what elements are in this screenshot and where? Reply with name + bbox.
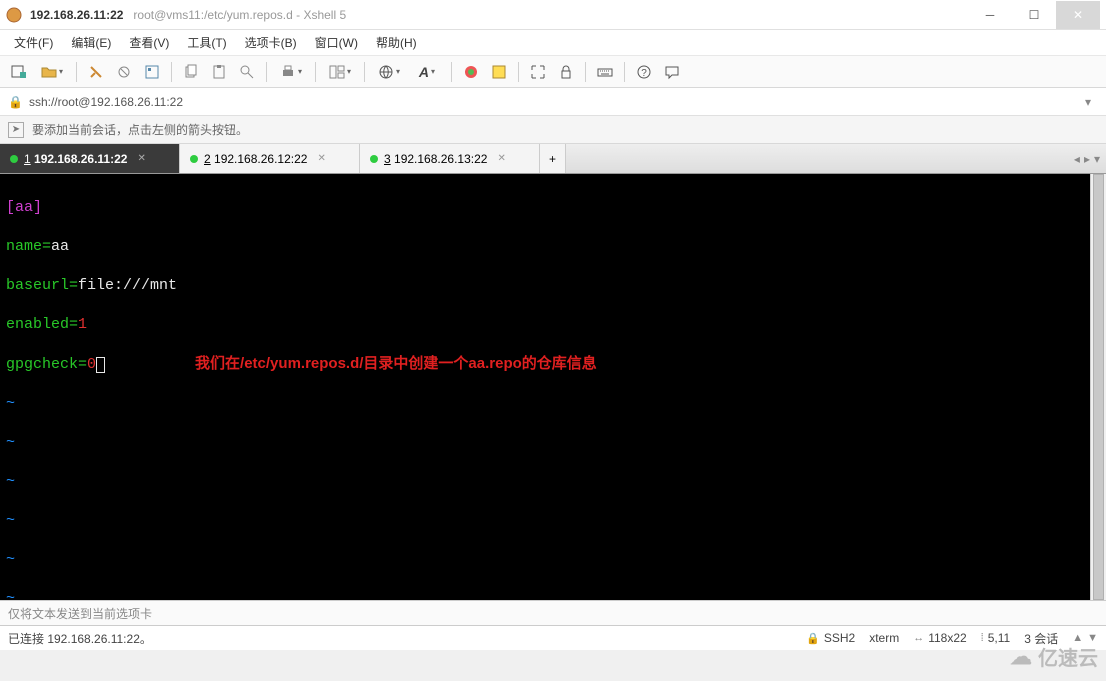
cursor-status-icon: ⁞: [981, 632, 984, 644]
menu-edit[interactable]: 编辑(E): [65, 31, 117, 54]
find-icon[interactable]: [234, 59, 260, 85]
svg-text:?: ?: [641, 68, 647, 79]
tab-number: 3: [384, 152, 391, 166]
title-bar: 192.168.26.11:22 root@vms11:/etc/yum.rep…: [0, 0, 1106, 30]
tab-number: 2: [204, 152, 211, 166]
status-bar: 已连接 192.168.26.11:22。 🔒 SSH2 xterm ↔ 118x2…: [0, 626, 1106, 650]
down-arrow-icon[interactable]: ▼: [1087, 632, 1098, 644]
cursor-icon: [96, 357, 105, 373]
window-title-main: 192.168.26.11:22: [30, 8, 123, 22]
tab-close-icon[interactable]: ✕: [137, 153, 145, 164]
keyboard-icon[interactable]: [592, 59, 618, 85]
tilde-line: ~: [6, 472, 1084, 492]
reconnect-icon[interactable]: [83, 59, 109, 85]
scrollbar-thumb[interactable]: [1093, 174, 1104, 600]
tilde-line: ~: [6, 511, 1084, 531]
term-val: file:///mnt: [78, 277, 177, 294]
tab-label: 192.168.26.11:22: [34, 152, 127, 166]
tab-label: 192.168.26.12:22: [214, 152, 307, 166]
terminal-annotation: 我们在/etc/yum.repos.d/目录中创建一个aa.repo的仓库信息: [195, 355, 597, 372]
menu-help[interactable]: 帮助(H): [370, 31, 423, 54]
status-dot-icon: [190, 155, 198, 163]
status-size: 118x22: [928, 631, 966, 645]
layout-icon[interactable]: ▾: [322, 59, 358, 85]
lock-status-icon: 🔒: [806, 632, 820, 645]
address-text: ssh://root@192.168.26.11:22: [29, 95, 183, 109]
tab-2[interactable]: 2 192.168.26.12:22 ✕: [180, 144, 360, 173]
address-dropdown-icon[interactable]: ▾: [1078, 95, 1098, 109]
tab-list-icon[interactable]: ▾: [1094, 152, 1100, 166]
tab-number: 1: [24, 152, 31, 166]
status-dot-icon: [370, 155, 378, 163]
disconnect-icon[interactable]: [111, 59, 137, 85]
status-connection: 已连接 192.168.26.11:22。: [8, 630, 152, 647]
color-scheme-icon[interactable]: [458, 59, 484, 85]
term-val: 1: [78, 316, 87, 333]
menu-window[interactable]: 窗口(W): [309, 31, 364, 54]
term-key: name=: [6, 238, 51, 255]
paste-icon[interactable]: [206, 59, 232, 85]
tilde-line: ~: [6, 433, 1084, 453]
terminal[interactable]: [aa] name=aa baseurl=file:///mnt enabled…: [0, 174, 1090, 600]
terminal-area: [aa] name=aa baseurl=file:///mnt enabled…: [0, 174, 1106, 600]
scrollbar[interactable]: [1090, 174, 1106, 600]
status-sessions: 3 会话: [1024, 630, 1058, 647]
menu-tabs[interactable]: 选项卡(B): [239, 31, 303, 54]
close-button[interactable]: ✕: [1056, 1, 1100, 29]
tab-1[interactable]: 1 192.168.26.11:22 ✕: [0, 144, 180, 173]
lock-small-icon: 🔒: [8, 95, 23, 109]
toolbar: ▾ ▾ ▾ ▾ A▾ ?: [0, 56, 1106, 88]
menu-view[interactable]: 查看(V): [123, 31, 175, 54]
term-key: enabled=: [6, 316, 78, 333]
font-icon[interactable]: A▾: [409, 59, 445, 85]
script-icon[interactable]: [486, 59, 512, 85]
hint-text: 要添加当前会话，点击左侧的箭头按钮。: [32, 121, 248, 138]
fullscreen-icon[interactable]: [525, 59, 551, 85]
tab-label: 192.168.26.13:22: [394, 152, 487, 166]
address-bar[interactable]: 🔒 ssh://root@192.168.26.11:22 ▾: [0, 88, 1106, 116]
tab-close-icon[interactable]: ✕: [497, 153, 505, 164]
status-dot-icon: [10, 155, 18, 163]
tab-prev-icon[interactable]: ◂: [1074, 152, 1080, 166]
encoding-icon[interactable]: ▾: [371, 59, 407, 85]
send-placeholder: 仅将文本发送到当前选项卡: [8, 605, 152, 622]
tab-next-icon[interactable]: ▸: [1084, 152, 1090, 166]
tab-bar: 1 192.168.26.11:22 ✕ 2 192.168.26.12:22 …: [0, 144, 1106, 174]
menu-bar: 文件(F) 编辑(E) 查看(V) 工具(T) 选项卡(B) 窗口(W) 帮助(…: [0, 30, 1106, 56]
tilde-line: ~: [6, 550, 1084, 570]
menu-tools[interactable]: 工具(T): [181, 31, 232, 54]
help-icon[interactable]: ?: [631, 59, 657, 85]
term-val: aa: [51, 238, 69, 255]
add-session-icon[interactable]: ➤: [8, 122, 24, 138]
menu-file[interactable]: 文件(F): [8, 31, 59, 54]
print-icon[interactable]: ▾: [273, 59, 309, 85]
lock-icon[interactable]: [553, 59, 579, 85]
term-val: 0: [87, 356, 96, 373]
hint-bar: ➤ 要添加当前会话，点击左侧的箭头按钮。: [0, 116, 1106, 144]
up-arrow-icon[interactable]: ▲: [1072, 632, 1083, 644]
tab-nav: ◂ ▸ ▾: [1068, 144, 1106, 173]
properties-icon[interactable]: [139, 59, 165, 85]
send-to-all-bar[interactable]: 仅将文本发送到当前选项卡: [0, 600, 1106, 626]
app-icon: [6, 7, 22, 23]
size-icon: ↔: [913, 632, 924, 644]
term-section: [aa]: [6, 199, 42, 216]
tilde-line: ~: [6, 394, 1084, 414]
window-title-sub: root@vms11:/etc/yum.repos.d - Xshell 5: [133, 8, 346, 22]
feedback-icon[interactable]: [659, 59, 685, 85]
term-key: gpgcheck=: [6, 356, 87, 373]
tab-close-icon[interactable]: ✕: [317, 153, 325, 164]
status-protocol: SSH2: [824, 631, 855, 645]
tab-add-button[interactable]: +: [540, 144, 566, 173]
term-key: baseurl=: [6, 277, 78, 294]
new-session-icon[interactable]: [6, 59, 32, 85]
maximize-button[interactable]: ☐: [1012, 1, 1056, 29]
open-session-icon[interactable]: ▾: [34, 59, 70, 85]
status-cursor: 5,11: [988, 631, 1010, 645]
tilde-line: ~: [6, 589, 1084, 601]
status-term-type: xterm: [869, 631, 899, 645]
tab-3[interactable]: 3 192.168.26.13:22 ✕: [360, 144, 540, 173]
copy-icon[interactable]: [178, 59, 204, 85]
minimize-button[interactable]: ─: [968, 1, 1012, 29]
